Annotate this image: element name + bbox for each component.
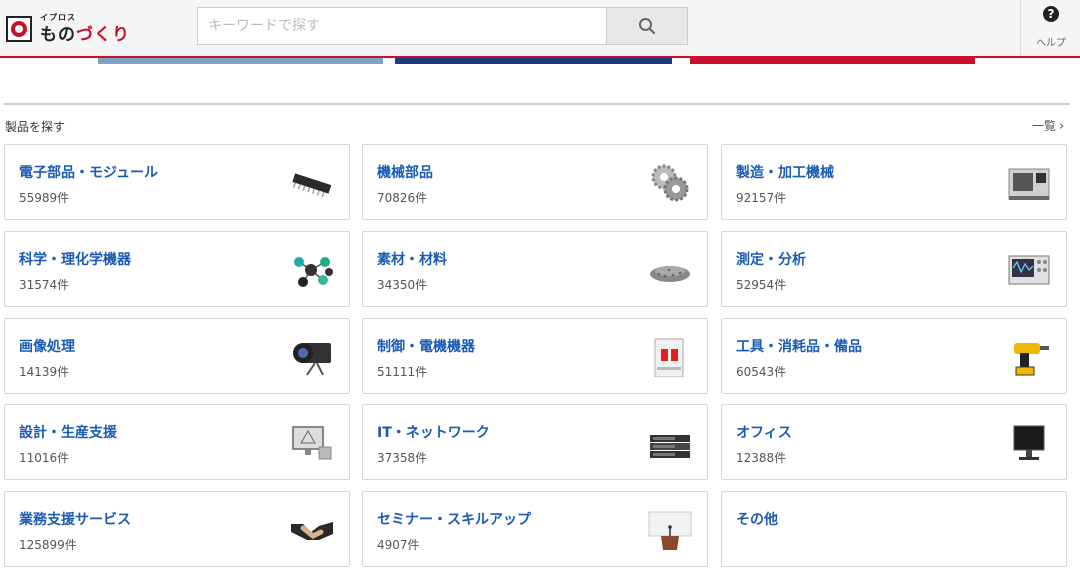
category-name: 素材・材料: [377, 252, 447, 268]
category-name: 設計・生産支援: [19, 425, 117, 441]
category-card[interactable]: IT・ネットワーク 37358件: [362, 404, 708, 480]
site-header: イプロス ものづくり ? ヘルプ: [0, 0, 1080, 58]
category-card[interactable]: セミナー・スキルアップ 4907件: [362, 491, 708, 567]
monitor-icon: [1006, 423, 1052, 463]
category-name: 業務支援サービス: [19, 512, 131, 528]
category-name: 画像処理: [19, 339, 75, 355]
category-count: 31574件: [19, 278, 70, 292]
podium-icon: [647, 510, 693, 550]
site-logo[interactable]: イプロス ものづくり: [6, 10, 136, 46]
category-name: 製造・加工機械: [736, 165, 834, 181]
cad-monitor-icon: [289, 423, 335, 463]
category-count: 125899件: [19, 538, 77, 552]
category-card[interactable]: 制御・電機機器 51111件: [362, 318, 708, 394]
logo-mark-icon: [6, 16, 32, 42]
category-card[interactable]: 製造・加工機械 92157件: [721, 144, 1067, 220]
category-count: 4907件: [377, 538, 420, 552]
category-name: IT・ネットワーク: [377, 425, 490, 441]
category-card[interactable]: 素材・材料 34350件: [362, 231, 708, 307]
category-count: 92157件: [736, 191, 787, 205]
banner-ad[interactable]: [395, 58, 672, 64]
chevron-right-icon: ›: [1059, 119, 1065, 134]
ic-chip-icon: [289, 163, 335, 203]
category-count: 37358件: [377, 451, 428, 465]
category-name: その他: [736, 512, 778, 528]
machine-tool-icon: [1006, 163, 1052, 203]
search-icon: [639, 18, 656, 35]
question-icon: ?: [1043, 6, 1059, 22]
oscilloscope-icon: [1006, 250, 1052, 290]
category-card[interactable]: その他: [721, 491, 1067, 567]
view-all-link[interactable]: 一覧 ›: [1032, 117, 1064, 134]
category-card[interactable]: 科学・理化学機器 31574件: [4, 231, 350, 307]
search-box: [197, 7, 688, 45]
category-card[interactable]: 測定・分析 52954件: [721, 231, 1067, 307]
breaker-icon: [647, 337, 693, 377]
help-label: ヘルプ: [1036, 38, 1066, 49]
handshake-icon: [289, 510, 335, 550]
search-button[interactable]: [606, 7, 688, 45]
category-name: 機械部品: [377, 165, 433, 181]
category-count: 12388件: [736, 451, 787, 465]
category-card[interactable]: 業務支援サービス 125899件: [4, 491, 350, 567]
drill-icon: [1006, 337, 1052, 377]
search-input[interactable]: [197, 7, 606, 45]
category-count: 14139件: [19, 365, 70, 379]
category-count: 11016件: [19, 451, 70, 465]
camera-icon: [289, 337, 335, 377]
server-icon: [647, 423, 693, 463]
category-name: セミナー・スキルアップ: [377, 512, 531, 528]
category-name: 科学・理化学機器: [19, 252, 131, 268]
category-card[interactable]: 画像処理 14139件: [4, 318, 350, 394]
gear-icon: [647, 163, 693, 203]
category-count: 52954件: [736, 278, 787, 292]
section-title: 製品を探す: [5, 120, 66, 134]
category-count: 51111件: [377, 365, 428, 379]
category-name: 制御・電機機器: [377, 339, 475, 355]
granules-icon: [647, 250, 693, 290]
category-card[interactable]: オフィス 12388件: [721, 404, 1067, 480]
category-count: 34350件: [377, 278, 428, 292]
category-card[interactable]: 工具・消耗品・備品 60543件: [721, 318, 1067, 394]
category-name: 電子部品・モジュール: [19, 165, 159, 181]
category-name: 測定・分析: [736, 252, 806, 268]
category-count: 70826件: [377, 191, 428, 205]
molecule-icon: [289, 250, 335, 290]
banner-ad[interactable]: [98, 58, 383, 64]
category-count: 55989件: [19, 191, 70, 205]
help-button[interactable]: ? ヘルプ: [1020, 0, 1080, 56]
category-card[interactable]: 設計・生産支援 11016件: [4, 404, 350, 480]
section-divider: [4, 103, 1070, 105]
category-name: オフィス: [736, 425, 792, 441]
category-name: 工具・消耗品・備品: [736, 339, 862, 355]
banner-ad[interactable]: [690, 58, 975, 64]
category-count: 60543件: [736, 365, 787, 379]
logo-title: ものづくり: [40, 25, 130, 45]
category-card[interactable]: 電子部品・モジュール 55989件: [4, 144, 350, 220]
category-card[interactable]: 機械部品 70826件: [362, 144, 708, 220]
